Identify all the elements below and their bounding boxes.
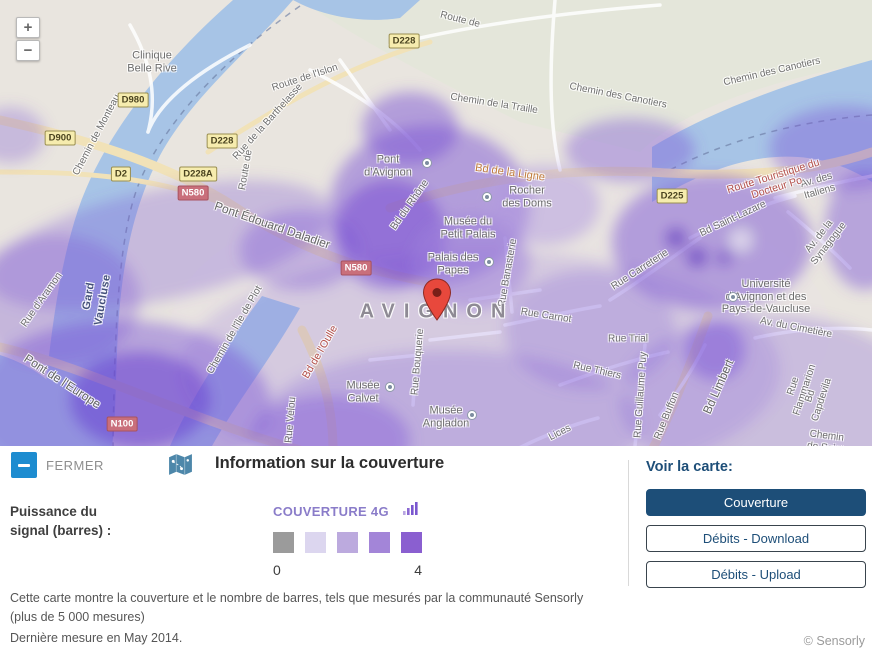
minus-icon xyxy=(18,464,30,467)
map-type-button-d-bits-upload[interactable]: Débits - Upload xyxy=(646,561,866,588)
legend-scale-max: 4 xyxy=(414,562,422,578)
panel-title: Information sur la couverture xyxy=(215,454,444,473)
signal-bars-icon xyxy=(403,501,418,521)
legend-swatches xyxy=(273,532,443,553)
map-zoom-controls: + − xyxy=(16,17,40,63)
legend-swatch xyxy=(337,532,358,553)
sidebar-heading: Voir la carte: xyxy=(646,459,866,475)
vertical-divider xyxy=(628,460,629,586)
coverage-description: Cette carte montre la couverture et le n… xyxy=(10,589,610,649)
legend-scale-min: 0 xyxy=(273,562,281,578)
map-marker[interactable] xyxy=(422,278,452,327)
map-pin-icon xyxy=(422,278,452,322)
zoom-out-button[interactable]: − xyxy=(16,40,40,61)
map-type-button-d-bits-download[interactable]: Débits - Download xyxy=(646,525,866,552)
description-line-2: Dernière mesure en May 2014. xyxy=(10,629,610,648)
legend-swatch xyxy=(369,532,390,553)
coverage-info-panel: FERMER Information sur la couverture Pui… xyxy=(0,446,872,657)
legend-swatch xyxy=(401,532,422,553)
signal-strength-label: Puissance du signal (barres) : xyxy=(10,503,111,541)
copyright-notice: © Sensorly xyxy=(804,634,865,648)
legend-swatch xyxy=(273,532,294,553)
map-canvas xyxy=(0,0,872,446)
description-line-1: Cette carte montre la couverture et le n… xyxy=(10,589,610,627)
map-viewport[interactable]: Clinique Belle RiveChemin de MonteauRout… xyxy=(0,0,872,446)
map-icon xyxy=(167,451,194,483)
map-type-sidebar: Voir la carte: Couverture Débits - Downlo… xyxy=(646,459,866,597)
coverage-legend: COUVERTURE 4G 0 4 xyxy=(273,501,443,578)
sensorly-coverage-page: Clinique Belle RiveChemin de MonteauRout… xyxy=(0,0,872,657)
close-panel-label[interactable]: FERMER xyxy=(46,458,104,473)
map-type-button-couverture[interactable]: Couverture xyxy=(646,489,866,516)
legend-title: COUVERTURE 4G xyxy=(273,504,389,519)
zoom-in-button[interactable]: + xyxy=(16,17,40,38)
legend-swatch xyxy=(305,532,326,553)
close-panel-button[interactable] xyxy=(11,452,37,478)
